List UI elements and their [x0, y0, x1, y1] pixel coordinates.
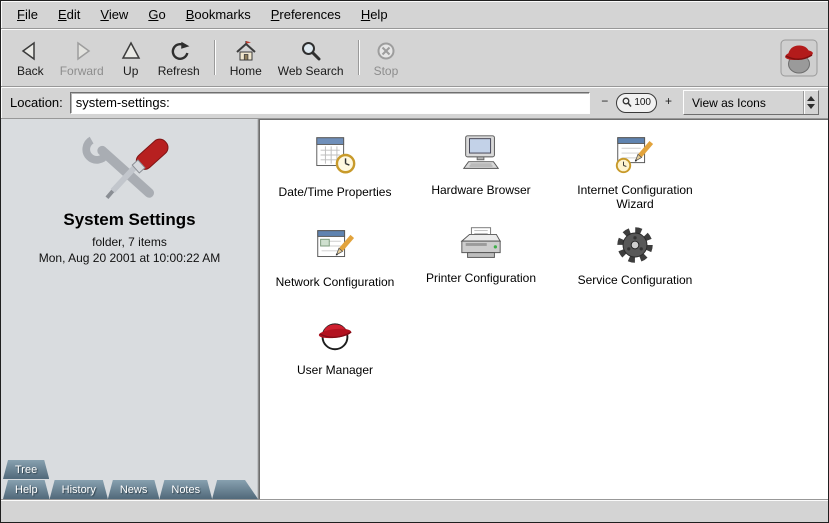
desktop-icon-printer-configuration[interactable]: Printer Configuration — [408, 225, 554, 311]
sidebar-tab-tree[interactable]: Tree — [3, 460, 49, 479]
sidebar-folder-info: folder, 7 items — [92, 235, 167, 249]
calendar-clock-icon — [312, 133, 358, 182]
icon-label: User Manager — [297, 363, 373, 377]
printer-icon — [458, 225, 504, 268]
tree-tab-row: Tree — [1, 459, 258, 479]
stop-icon — [375, 39, 397, 61]
zoom-level-indicator[interactable]: 100 — [616, 93, 657, 113]
toolbar-separator — [358, 40, 360, 75]
spinner-down-icon — [807, 104, 815, 109]
toolbar-separator — [214, 40, 216, 75]
main-panel: Date/Time Properties Hardware Browser — [259, 119, 828, 499]
menu-help[interactable]: Help — [351, 3, 398, 26]
web-search-label: Web Search — [278, 64, 344, 78]
redhat-user-icon — [312, 311, 358, 360]
icon-label: Service Configuration — [578, 273, 693, 287]
toolbar: Back Forward Up Refresh Home — [1, 29, 828, 87]
forward-arrow-icon — [71, 39, 93, 61]
zoom-in-button[interactable]: + — [661, 95, 676, 110]
up-button[interactable]: Up — [112, 32, 150, 83]
stop-button[interactable]: Stop — [366, 32, 407, 83]
search-icon — [300, 39, 322, 61]
network-config-icon — [312, 225, 358, 272]
view-mode-dropdown[interactable]: View as Icons — [683, 90, 819, 115]
zoom-level-value: 100 — [634, 97, 651, 108]
sidebar-date: Mon, Aug 20 2001 at 10:00:22 AM — [39, 251, 220, 265]
menu-view[interactable]: View — [90, 3, 138, 26]
location-bar: Location: − 100 + View as Icons — [1, 87, 828, 119]
body-area: System Settings folder, 7 items Mon, Aug… — [1, 119, 828, 499]
sidebar: System Settings folder, 7 items Mon, Aug… — [1, 119, 259, 499]
refresh-label: Refresh — [158, 64, 200, 78]
sidebar-tabs: Tree Help History News Notes — [1, 459, 258, 499]
home-icon — [235, 39, 257, 61]
icon-label: Hardware Browser — [431, 183, 530, 197]
menu-go[interactable]: Go — [138, 3, 175, 26]
desktop-icon-user-manager[interactable]: User Manager — [262, 311, 408, 391]
internet-config-icon — [612, 133, 658, 180]
desktop-icon-internet-configuration-wizard[interactable]: Internet Configuration Wizard — [554, 133, 716, 225]
icon-label: Printer Configuration — [426, 271, 536, 285]
tab-filler — [212, 480, 258, 499]
sidebar-tab-history[interactable]: History — [50, 480, 108, 499]
magnifier-icon — [622, 97, 632, 108]
back-label: Back — [17, 64, 44, 78]
icons-grid: Date/Time Properties Hardware Browser — [260, 120, 828, 391]
refresh-icon — [168, 39, 190, 61]
icon-label: Network Configuration — [276, 275, 395, 289]
up-label: Up — [123, 64, 138, 78]
menu-edit[interactable]: Edit — [48, 3, 90, 26]
zoom-out-button[interactable]: − — [597, 95, 612, 110]
forward-button[interactable]: Forward — [52, 32, 112, 83]
status-bar — [1, 499, 828, 522]
sidebar-tab-notes[interactable]: Notes — [159, 480, 212, 499]
menu-file[interactable]: File — [7, 3, 48, 26]
sidebar-tab-help[interactable]: Help — [3, 480, 50, 499]
refresh-button[interactable]: Refresh — [150, 32, 208, 83]
back-button[interactable]: Back — [9, 32, 52, 83]
crossed-tools-icon — [82, 133, 178, 206]
location-label: Location: — [10, 95, 63, 110]
file-manager-window: File Edit View Go Bookmarks Preferences … — [0, 0, 829, 523]
forward-label: Forward — [60, 64, 104, 78]
web-search-button[interactable]: Web Search — [270, 32, 352, 83]
bottom-tab-row: Help History News Notes — [1, 479, 258, 499]
desktop-icon-network-configuration[interactable]: Network Configuration — [262, 225, 408, 311]
icon-label: Internet Configuration Wizard — [565, 183, 705, 211]
desktop-icon-hardware-browser[interactable]: Hardware Browser — [408, 133, 554, 225]
back-arrow-icon — [19, 39, 41, 61]
menu-bookmarks[interactable]: Bookmarks — [176, 3, 261, 26]
gear-icon — [612, 225, 658, 270]
home-button[interactable]: Home — [222, 32, 270, 83]
desktop-icon-service-configuration[interactable]: Service Configuration — [554, 225, 716, 311]
redhat-throbber-logo — [780, 39, 818, 77]
menu-preferences[interactable]: Preferences — [261, 3, 351, 26]
computer-icon — [458, 133, 504, 180]
desktop-icon-date-time-properties[interactable]: Date/Time Properties — [262, 133, 408, 225]
zoom-control: − 100 + — [597, 93, 676, 113]
stop-label: Stop — [374, 64, 399, 78]
home-label: Home — [230, 64, 262, 78]
spinner-up-icon — [807, 96, 815, 101]
sidebar-tab-news[interactable]: News — [108, 480, 160, 499]
view-mode-spinner[interactable] — [803, 91, 818, 114]
icon-label: Date/Time Properties — [279, 185, 392, 199]
up-arrow-icon — [120, 39, 142, 61]
sidebar-title: System Settings — [63, 210, 195, 230]
location-input[interactable] — [70, 92, 591, 114]
menu-bar: File Edit View Go Bookmarks Preferences … — [1, 1, 828, 29]
view-mode-value: View as Icons — [684, 91, 803, 114]
